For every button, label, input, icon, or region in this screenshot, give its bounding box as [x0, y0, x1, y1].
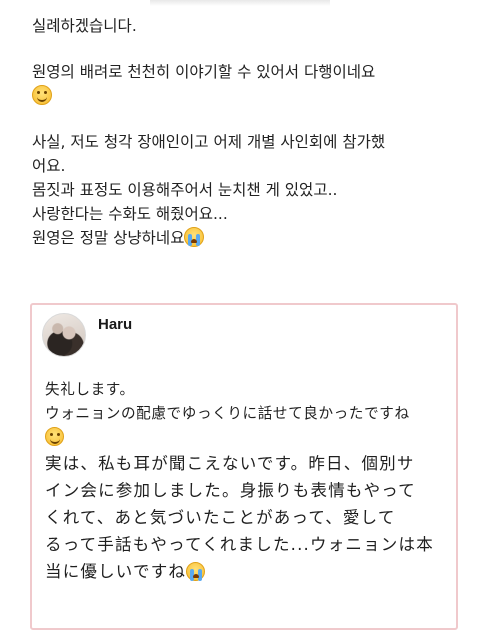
card-line: くれて、あと気づいたことがあって、愛して	[45, 508, 396, 527]
top-edge-shadow	[150, 0, 330, 6]
smiling-face-emoji-icon	[32, 85, 52, 105]
post-paragraph-3: 사실, 저도 청각 장애인이고 어제 개별 사인회에 참가했 어요. 몸짓과 표…	[32, 130, 462, 250]
card-line-with-emoji: 当に優しいですね	[45, 558, 450, 585]
post-line: 몸짓과 표정도 이용해주어서 눈치챈 게 있었고..	[32, 181, 338, 199]
post-line: 원영의 배려로 천천히 이야기할 수 있어서 다행이네요	[32, 63, 376, 81]
card-line: 実は、私も耳が聞こえないです。昨日、個別サ	[45, 454, 415, 473]
card-line: 失礼します。	[45, 381, 135, 398]
post-line-text: 원영은 정말 상냥하네요	[32, 229, 185, 247]
card-line-emoji	[45, 426, 450, 450]
card-line: イン会に参加しました。身振りも表情もやって	[45, 481, 416, 500]
post-line-with-emoji: 원영은 정말 상냥하네요	[32, 226, 462, 250]
card-header: Haru	[42, 313, 132, 357]
post-line: 사랑한다는 수화도 해줬어요...	[32, 205, 228, 223]
loudly-crying-face-emoji-icon	[184, 227, 205, 247]
card-message: 失礼します。 ウォニョンの配慮でゆっくりに話せて良かったですね 実は、私も耳が聞…	[45, 378, 450, 585]
card-line: るって手話もやってくれました...ウォニョンは本	[45, 535, 434, 554]
username[interactable]: Haru	[98, 316, 132, 333]
smiling-face-emoji-icon	[45, 427, 64, 446]
post-paragraph-2: 원영의 배려로 천천히 이야기할 수 있어서 다행이네요	[32, 60, 462, 108]
quoted-message-card: Haru 失礼します。 ウォニョンの配慮でゆっくりに話せて良かったですね 実は、…	[30, 303, 458, 630]
card-line-text: 当に優しいですね	[45, 562, 187, 581]
post-line: 실례하겠습니다.	[32, 17, 137, 35]
post-body: 실례하겠습니다. 원영의 배려로 천천히 이야기할 수 있어서 다행이네요 사실…	[32, 14, 462, 272]
post-line: 어요.	[32, 157, 66, 175]
post-line: 사실, 저도 청각 장애인이고 어제 개별 사인회에 참가했	[32, 133, 386, 151]
post-line-emoji	[32, 84, 462, 108]
post-paragraph-1: 실례하겠습니다.	[32, 14, 462, 38]
card-line: ウォニョンの配慮でゆっくりに話せて良かったですね	[45, 405, 410, 422]
loudly-crying-face-emoji-icon	[186, 562, 206, 581]
avatar[interactable]	[42, 313, 86, 357]
